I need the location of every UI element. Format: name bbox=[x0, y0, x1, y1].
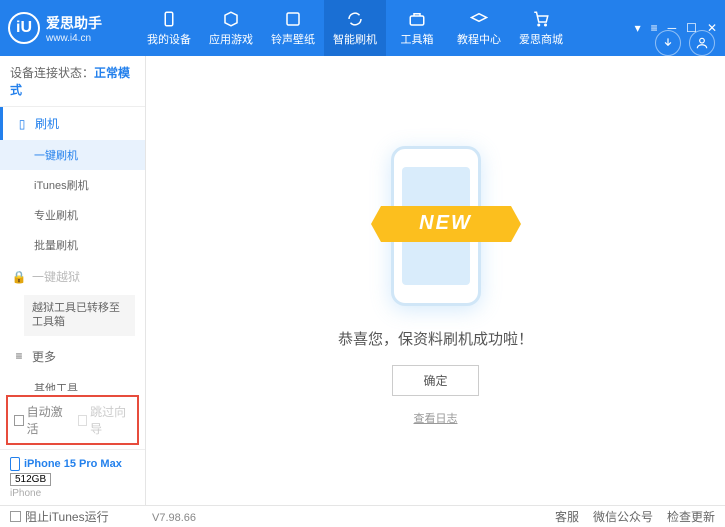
device-storage: 512GB bbox=[10, 473, 51, 486]
footer-wechat[interactable]: 微信公众号 bbox=[593, 508, 653, 525]
group-flash[interactable]: ▯刷机 bbox=[0, 107, 145, 140]
footer: 阻止iTunes运行 V7.98.66 客服 微信公众号 检查更新 bbox=[0, 505, 725, 527]
device-info: iPhone 15 Pro Max 512GB iPhone bbox=[0, 449, 145, 505]
footer-update[interactable]: 检查更新 bbox=[667, 508, 715, 525]
menu-other-tools[interactable]: 其他工具 bbox=[0, 373, 145, 392]
nav-tutorials[interactable]: 教程中心 bbox=[448, 0, 510, 56]
app-icon bbox=[222, 10, 240, 28]
menu-jailbreak-moved[interactable]: 越狱工具已转移至工具箱 bbox=[24, 295, 135, 336]
main-content: NEW 恭喜您，保资料刷机成功啦！ 确定 查看日志 bbox=[146, 56, 725, 505]
toolbox-icon bbox=[408, 10, 426, 28]
checkbox-block-itunes[interactable] bbox=[10, 511, 21, 522]
download-icon[interactable] bbox=[655, 30, 681, 56]
nav-store[interactable]: 爱思商城 bbox=[510, 0, 572, 56]
footer-support[interactable]: 客服 bbox=[555, 508, 579, 525]
group-jailbreak[interactable]: 🔒一键越狱 bbox=[0, 260, 145, 293]
menu-pro-flash[interactable]: 专业刷机 bbox=[0, 200, 145, 230]
checkbox-auto-activate[interactable]: 自动激活 bbox=[14, 403, 68, 437]
phone-icon bbox=[160, 10, 178, 28]
menu-icon[interactable]: ▾ bbox=[635, 21, 641, 35]
sidebar: 设备连接状态：正常模式 ▯刷机 一键刷机 iTunes刷机 专业刷机 批量刷机 … bbox=[0, 56, 146, 505]
image-icon bbox=[284, 10, 302, 28]
header: iU 爱思助手 www.i4.cn 我的设备 应用游戏 铃声壁纸 智能刷机 工具… bbox=[0, 0, 725, 56]
version-label: V7.98.66 bbox=[152, 512, 196, 524]
success-illustration: NEW bbox=[346, 136, 526, 316]
app-url: www.i4.cn bbox=[46, 33, 102, 44]
top-nav: 我的设备 应用游戏 铃声壁纸 智能刷机 工具箱 教程中心 爱思商城 bbox=[138, 0, 625, 56]
group-more[interactable]: ≡更多 bbox=[0, 340, 145, 373]
logo-icon: iU bbox=[8, 12, 40, 44]
app-name: 爱思助手 bbox=[46, 13, 102, 33]
device-icon bbox=[10, 457, 20, 471]
menu-one-key-flash[interactable]: 一键刷机 bbox=[0, 140, 145, 170]
menu-itunes-flash[interactable]: iTunes刷机 bbox=[0, 170, 145, 200]
nav-my-device[interactable]: 我的设备 bbox=[138, 0, 200, 56]
ok-button[interactable]: 确定 bbox=[392, 365, 478, 396]
lock-icon: 🔒 bbox=[12, 270, 26, 284]
checkbox-skip-guide[interactable]: 跳过向导 bbox=[78, 403, 132, 437]
connection-status: 设备连接状态：正常模式 bbox=[0, 56, 145, 107]
nav-ringtones[interactable]: 铃声壁纸 bbox=[262, 0, 324, 56]
device-name: iPhone 15 Pro Max bbox=[24, 458, 122, 470]
list-icon: ≡ bbox=[12, 349, 26, 363]
view-log-link[interactable]: 查看日志 bbox=[414, 410, 458, 426]
logo-area: iU 爱思助手 www.i4.cn bbox=[8, 12, 138, 44]
refresh-icon bbox=[346, 10, 364, 28]
success-message: 恭喜您，保资料刷机成功啦！ bbox=[338, 328, 533, 349]
graduation-icon bbox=[470, 10, 488, 28]
phone-icon: ▯ bbox=[15, 117, 29, 131]
block-itunes-label: 阻止iTunes运行 bbox=[25, 508, 109, 525]
device-type: iPhone bbox=[10, 488, 135, 499]
menu-batch-flash[interactable]: 批量刷机 bbox=[0, 230, 145, 260]
new-badge: NEW bbox=[381, 206, 511, 242]
user-icon[interactable] bbox=[689, 30, 715, 56]
checkbox-highlight-area: 自动激活 跳过向导 bbox=[6, 395, 139, 445]
nav-flash[interactable]: 智能刷机 bbox=[324, 0, 386, 56]
cart-icon bbox=[532, 10, 550, 28]
nav-toolbox[interactable]: 工具箱 bbox=[386, 0, 448, 56]
nav-apps[interactable]: 应用游戏 bbox=[200, 0, 262, 56]
